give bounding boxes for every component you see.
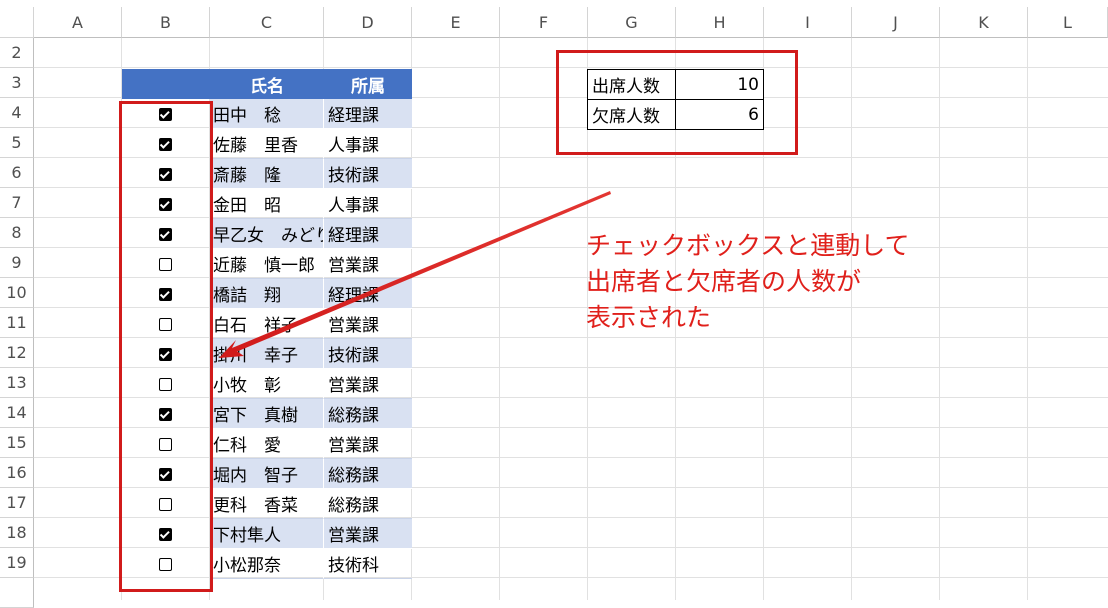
row-header-5[interactable]: 5 <box>0 128 34 158</box>
dept-cell[interactable]: 経理課 <box>324 219 412 249</box>
dept-cell[interactable]: 営業課 <box>324 369 412 399</box>
dept-cell[interactable]: 技術課 <box>324 339 412 369</box>
column-header-a[interactable]: A <box>34 7 122 38</box>
dept-cell[interactable]: 経理課 <box>324 99 412 129</box>
dept-cell[interactable]: 技術課 <box>324 159 412 189</box>
row-header-12[interactable]: 12 <box>0 338 34 368</box>
column-header-g[interactable]: G <box>588 7 676 38</box>
row-header-7[interactable]: 7 <box>0 188 34 218</box>
row-header-4[interactable]: 4 <box>0 98 34 128</box>
column-header-c[interactable]: C <box>210 7 324 38</box>
toolbar-strip <box>0 0 1108 7</box>
name-cell[interactable]: 近藤 慎一郎 <box>210 249 324 279</box>
row-header-2[interactable]: 2 <box>0 38 34 68</box>
row-header-11[interactable]: 11 <box>0 308 34 338</box>
name-cell[interactable]: 下村隼人 <box>210 519 324 549</box>
row-header-6[interactable]: 6 <box>0 158 34 188</box>
dept-cell[interactable]: 人事課 <box>324 129 412 159</box>
header-dept[interactable]: 所属 <box>324 69 412 99</box>
gridline-vertical <box>939 38 940 600</box>
name-cell[interactable]: 斎藤 隆 <box>210 159 324 189</box>
annotation-line-2: 出席者と欠席者の人数が <box>586 267 862 296</box>
row-header-17[interactable]: 17 <box>0 488 34 518</box>
column-header-e[interactable]: E <box>412 7 500 38</box>
name-cell[interactable]: 金田 昭 <box>210 189 324 219</box>
row-header-19[interactable]: 19 <box>0 548 34 578</box>
header-name[interactable]: 氏名 <box>210 69 324 99</box>
select-all-corner[interactable] <box>0 7 34 38</box>
name-cell[interactable]: 佐藤 里香 <box>210 129 324 159</box>
row-header-14[interactable]: 14 <box>0 398 34 428</box>
name-cell[interactable]: 堀内 智子 <box>210 459 324 489</box>
b3-empty-cell[interactable] <box>122 69 210 99</box>
column-header-d[interactable]: D <box>324 7 412 38</box>
spreadsheet[interactable]: ABCDEFGHIJKL 2 3 4 5 6 7 8 9 10 11 12 13 14 15 16 17 18 1… <box>0 0 1108 608</box>
dept-cell[interactable]: 総務課 <box>324 489 412 519</box>
column-header-f[interactable]: F <box>500 7 588 38</box>
row-header-8[interactable]: 8 <box>0 218 34 248</box>
name-cell[interactable]: 更科 香菜 <box>210 489 324 519</box>
row-header-18[interactable]: 18 <box>0 518 34 548</box>
dept-cell[interactable]: 総務課 <box>324 459 412 489</box>
dept-cell[interactable]: 営業課 <box>324 249 412 279</box>
dept-cell[interactable]: 営業課 <box>324 309 412 339</box>
name-cell[interactable]: 宮下 真樹 <box>210 399 324 429</box>
annotation-line-1: チェックボックスと連動して <box>586 231 910 260</box>
row-header-10[interactable]: 10 <box>0 278 34 308</box>
row-header-15[interactable]: 15 <box>0 428 34 458</box>
dept-cell[interactable]: 営業課 <box>324 429 412 459</box>
name-cell[interactable]: 田中 稔 <box>210 99 324 129</box>
checkbox-column-highlight-box <box>119 101 213 592</box>
dept-cell[interactable]: 経理課 <box>324 279 412 309</box>
annotation-text: チェックボックスと連動して 出席者と欠席者の人数が 表示された <box>586 228 910 336</box>
name-cell[interactable]: 小牧 彰 <box>210 369 324 399</box>
column-header-l[interactable]: L <box>1028 7 1108 38</box>
name-cell[interactable]: 橋詰 翔 <box>210 279 324 309</box>
row-header-9[interactable]: 9 <box>0 248 34 278</box>
summary-highlight-box <box>556 50 798 155</box>
dept-cell[interactable]: 技術科 <box>324 549 412 579</box>
dept-cell[interactable]: 総務課 <box>324 399 412 429</box>
gridline-vertical <box>499 38 500 600</box>
row-header-13[interactable]: 13 <box>0 368 34 398</box>
name-cell[interactable]: 仁科 愛 <box>210 429 324 459</box>
column-header-b[interactable]: B <box>122 7 210 38</box>
gridline-vertical <box>1027 38 1028 600</box>
name-cell[interactable]: 掛川 幸子 <box>210 339 324 369</box>
column-header-j[interactable]: J <box>852 7 940 38</box>
name-cell[interactable]: 白石 祥子 <box>210 309 324 339</box>
column-header-h[interactable]: H <box>676 7 764 38</box>
column-header-i[interactable]: I <box>764 7 852 38</box>
name-cell[interactable]: 小松那奈 <box>210 549 324 579</box>
row-header-3[interactable]: 3 <box>0 68 34 98</box>
row-header-partial[interactable] <box>0 578 34 608</box>
dept-cell[interactable]: 人事課 <box>324 189 412 219</box>
name-cell[interactable]: 早乙女 みどり <box>210 219 324 249</box>
column-header-k[interactable]: K <box>940 7 1028 38</box>
dept-cell[interactable]: 営業課 <box>324 519 412 549</box>
row-header-16[interactable]: 16 <box>0 458 34 488</box>
annotation-line-3: 表示された <box>586 303 712 332</box>
